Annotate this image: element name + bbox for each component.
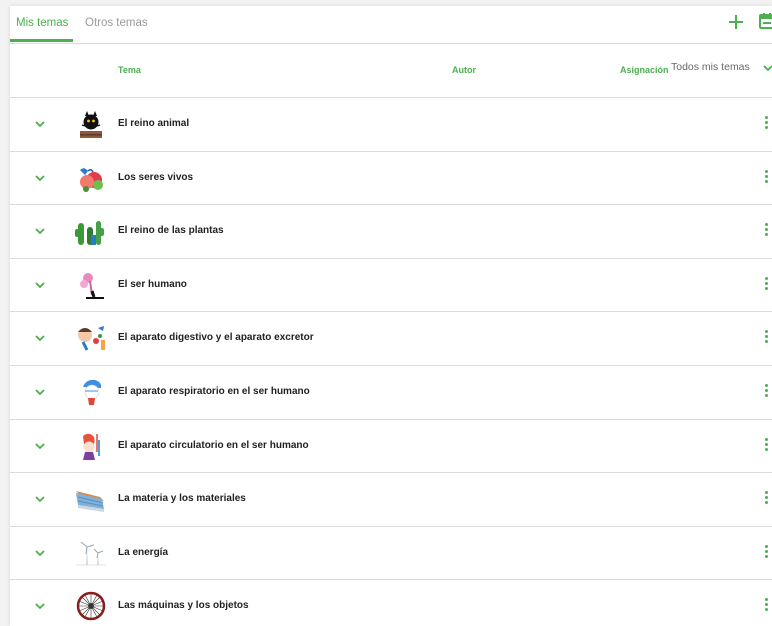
topic-thumbnail [74, 483, 108, 515]
topic-illustration [80, 111, 102, 138]
topic-row[interactable]: La materia y los materiales [10, 473, 772, 527]
calendar-icon[interactable] [758, 12, 772, 30]
topic-title[interactable]: El aparato respiratorio en el ser humano [118, 386, 310, 397]
tab-otros-temas[interactable]: Otros temas [85, 17, 148, 29]
topic-title[interactable]: La energía [118, 547, 168, 558]
topics-panel: Mis temas Otros temas Tema Autor Asignac… [10, 6, 772, 626]
topic-illustration [75, 221, 104, 246]
topic-illustration [76, 541, 106, 566]
expand-chevron-icon[interactable] [34, 332, 46, 344]
more-options-icon[interactable] [763, 329, 769, 347]
topic-illustration [78, 326, 105, 352]
expand-chevron-icon[interactable] [34, 547, 46, 559]
assignment-filter-select[interactable]: Todos mis temas [671, 61, 750, 73]
topic-thumbnail [74, 322, 108, 354]
topic-row[interactable]: El reino animal [10, 98, 772, 152]
topic-thumbnail [74, 590, 108, 622]
topic-illustration [76, 491, 104, 513]
topic-thumbnail [74, 376, 108, 408]
more-options-icon[interactable] [763, 383, 769, 401]
topic-title[interactable]: Los seres vivos [118, 172, 193, 183]
tab-mis-temas[interactable]: Mis temas [16, 17, 68, 29]
expand-chevron-icon[interactable] [34, 493, 46, 505]
topic-illustration [76, 592, 106, 621]
topic-row[interactable]: El aparato digestivo y el aparato excret… [10, 312, 772, 366]
expand-chevron-icon[interactable] [34, 386, 46, 398]
expand-chevron-icon[interactable] [34, 600, 46, 612]
more-options-icon[interactable] [763, 276, 769, 294]
topic-thumbnail [74, 108, 108, 140]
more-options-icon[interactable] [763, 544, 769, 562]
more-options-icon[interactable] [763, 437, 769, 455]
column-header-asignacion: Asignación [620, 65, 669, 75]
more-options-icon[interactable] [763, 222, 769, 240]
topic-illustration [80, 167, 103, 192]
add-icon[interactable] [726, 12, 746, 32]
chevron-down-icon[interactable] [762, 62, 772, 74]
topic-thumbnail [74, 269, 108, 301]
topic-thumbnail [74, 430, 108, 462]
expand-chevron-icon[interactable] [34, 172, 46, 184]
topic-thumbnail [74, 215, 108, 247]
topic-title[interactable]: La materia y los materiales [118, 493, 246, 504]
tab-bar: Mis temas Otros temas [10, 6, 772, 44]
topic-title[interactable]: Las máquinas y los objetos [118, 600, 249, 611]
topic-illustration [83, 379, 102, 405]
more-options-icon[interactable] [763, 115, 769, 133]
more-options-icon[interactable] [763, 490, 769, 508]
active-tab-indicator [10, 39, 73, 42]
topic-row[interactable]: El reino de las plantas [10, 205, 772, 259]
topic-row[interactable]: Las máquinas y los objetos [10, 580, 772, 626]
more-options-icon[interactable] [763, 169, 769, 187]
topic-row[interactable]: El aparato respiratorio en el ser humano [10, 366, 772, 420]
table-header: Tema Autor Asignación Todos mis temas [10, 44, 772, 98]
topic-title[interactable]: El aparato circulatorio en el ser humano [118, 440, 309, 451]
topic-row[interactable]: El ser humano [10, 259, 772, 313]
topic-illustration [83, 433, 100, 460]
expand-chevron-icon[interactable] [34, 118, 46, 130]
more-options-icon[interactable] [763, 597, 769, 615]
expand-chevron-icon[interactable] [34, 225, 46, 237]
column-header-tema[interactable]: Tema [118, 65, 141, 75]
topic-title[interactable]: El ser humano [118, 279, 187, 290]
topic-title[interactable]: El aparato digestivo y el aparato excret… [118, 332, 314, 343]
topic-row[interactable]: El aparato circulatorio en el ser humano [10, 420, 772, 474]
topic-row[interactable]: Los seres vivos [10, 152, 772, 206]
expand-chevron-icon[interactable] [34, 440, 46, 452]
topic-title[interactable]: El reino de las plantas [118, 225, 224, 236]
expand-chevron-icon[interactable] [34, 279, 46, 291]
topic-thumbnail [74, 162, 108, 194]
topic-row[interactable]: La energía [10, 527, 772, 581]
topic-list: El reino animal Los seres vivos El reino… [10, 98, 772, 626]
column-header-autor[interactable]: Autor [452, 65, 476, 75]
topic-thumbnail [74, 537, 108, 569]
topic-title[interactable]: El reino animal [118, 118, 189, 129]
topic-illustration [80, 272, 104, 299]
